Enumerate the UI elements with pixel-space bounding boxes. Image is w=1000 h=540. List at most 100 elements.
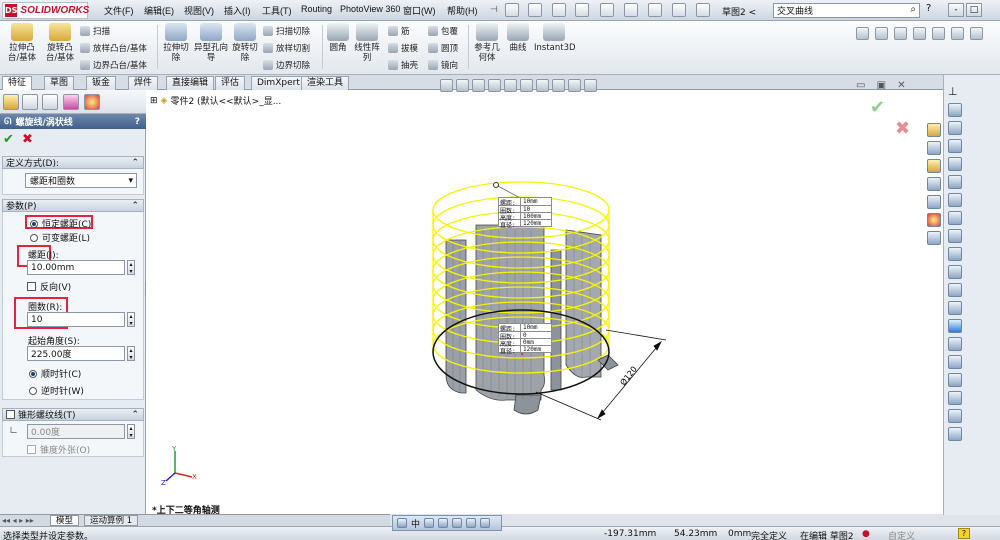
offset-icon[interactable] — [948, 283, 962, 297]
menu-file[interactable]: 文件(F) — [104, 4, 134, 17]
sweep-button[interactable]: 扫描 — [80, 25, 147, 37]
revolutions-stepper[interactable]: ▴ ▾ — [127, 312, 135, 327]
circle-icon[interactable] — [948, 157, 962, 171]
help-status-icon[interactable]: ? — [958, 528, 970, 539]
menu-tools[interactable]: 工具(T) — [262, 4, 292, 17]
instant3d-button[interactable]: Instant3D — [534, 23, 576, 71]
revolved-boss-button[interactable]: 旋转凸台/基体 — [42, 23, 78, 71]
definition-section-header[interactable]: 定义方式(D): ⌃ — [2, 156, 144, 169]
hide-show-icon[interactable] — [894, 27, 907, 40]
menu-photoview[interactable]: PhotoView 360 — [340, 4, 400, 14]
extruded-cut-button[interactable]: 拉伸切除 — [160, 23, 192, 71]
ok-button[interactable]: ✔ — [3, 132, 14, 147]
pattern-icon[interactable] — [948, 373, 962, 387]
view-orientation-icon[interactable] — [856, 27, 869, 40]
resources-icon[interactable] — [927, 141, 941, 155]
menu-insert[interactable]: 插入(I) — [224, 4, 251, 17]
rectangle-icon[interactable] — [948, 139, 962, 153]
spline-icon[interactable] — [948, 193, 962, 207]
pitch-input[interactable]: 10.00mm — [27, 260, 125, 275]
chamfer-sketch-icon[interactable] — [948, 265, 962, 279]
rotate-icon[interactable] — [424, 518, 435, 528]
cancel-button[interactable]: ✖ — [22, 132, 33, 147]
tab-features[interactable]: 特征 — [2, 76, 33, 90]
menu-routing[interactable]: Routing — [301, 4, 332, 14]
feature-manager-icon[interactable] — [3, 94, 19, 110]
rib-button[interactable]: 筋 — [388, 25, 418, 37]
trim-icon[interactable] — [948, 337, 962, 351]
units-status[interactable]: 自定义 — [888, 529, 915, 540]
help-button[interactable]: ? — [135, 117, 140, 127]
dimxpert-manager-icon[interactable] — [63, 94, 79, 110]
appearance-icon[interactable] — [932, 27, 945, 40]
property-manager-icon[interactable] — [22, 94, 38, 110]
display-icon[interactable] — [466, 518, 477, 528]
scene-icon[interactable] — [913, 27, 926, 40]
rapid-sketch-icon[interactable] — [948, 427, 962, 441]
polygon-icon[interactable] — [948, 229, 962, 243]
search-icon[interactable]: ⌕ — [910, 4, 916, 15]
relations-icon[interactable] — [948, 391, 962, 405]
design-library-icon[interactable] — [927, 159, 941, 173]
taper-angle-input[interactable]: 0.00度 — [27, 424, 125, 439]
open-icon[interactable] — [528, 3, 542, 17]
home-icon[interactable] — [927, 123, 941, 137]
configuration-manager-icon[interactable] — [42, 94, 58, 110]
taper-angle-stepper[interactable]: ▴ ▾ — [127, 424, 135, 439]
smart-dimension-icon[interactable] — [948, 103, 962, 117]
file-properties-icon[interactable] — [672, 3, 686, 17]
tab-model[interactable]: 模型 — [50, 515, 80, 526]
center-icon[interactable]: 中 — [411, 517, 420, 530]
convert-entities-icon[interactable] — [948, 301, 962, 315]
appearances-icon[interactable] — [927, 213, 941, 227]
help-icon[interactable]: ? — [926, 3, 931, 14]
lofted-cut-button[interactable]: 放样切割 — [263, 42, 310, 54]
print-icon[interactable] — [575, 3, 589, 17]
save-icon[interactable] — [552, 3, 566, 17]
rebuild-status-icon[interactable]: ● — [862, 529, 870, 539]
counterclockwise-radio[interactable]: 逆时针(W) — [29, 384, 84, 397]
tab-direct-editing[interactable]: 直接编辑 — [166, 76, 215, 90]
search-box[interactable]: 交叉曲线 ⌕ — [773, 3, 920, 18]
start-angle-input[interactable]: 225.00度 — [27, 346, 125, 361]
ellipse-icon[interactable] — [948, 211, 962, 225]
clockwise-radio[interactable]: 顺时针(C) — [29, 367, 81, 380]
definition-dropdown[interactable]: 螺距和圈数 ▾ — [25, 173, 137, 188]
tools-icon[interactable] — [480, 518, 491, 528]
pin-icon[interactable]: ⊣ — [490, 4, 498, 15]
maximize-button[interactable]: □ — [966, 3, 982, 17]
reverse-checkbox[interactable]: 反向(V) — [27, 280, 71, 293]
tab-dimxpert[interactable]: DimXpert — [251, 76, 306, 90]
rebuild-icon[interactable] — [648, 3, 662, 17]
swept-cut-button[interactable]: 扫描切除 — [263, 25, 310, 37]
linear-pattern-button[interactable]: 线性阵列 — [352, 23, 382, 71]
display-manager-icon[interactable] — [84, 94, 100, 110]
tab-motion-study[interactable]: 运动算例 1 — [84, 515, 139, 526]
solidworks-logo[interactable]: DS SOLIDWORKS — [2, 2, 89, 19]
loft-button[interactable]: 放样凸台/基体 — [80, 42, 147, 54]
pitch-stepper[interactable]: ▴ ▾ — [127, 260, 135, 275]
revolved-cut-button[interactable]: 旋转切除 — [229, 23, 261, 71]
custom-properties-icon[interactable] — [927, 231, 941, 245]
pin-icon[interactable]: ⊥ — [948, 85, 958, 98]
repair-sketch-icon[interactable] — [948, 409, 962, 423]
extruded-boss-button[interactable]: 拉伸凸台/基体 — [4, 23, 40, 71]
curves-button[interactable]: 曲线 — [506, 23, 530, 71]
tab-sketch[interactable]: 草图 — [44, 76, 75, 90]
line-icon[interactable] — [948, 121, 962, 135]
menu-edit[interactable]: 编辑(E) — [144, 4, 174, 17]
mirror-entities-icon[interactable] — [948, 355, 962, 369]
wrap-button[interactable]: 包覆 — [428, 25, 458, 37]
view-palette-icon[interactable] — [927, 195, 941, 209]
fillet-button[interactable]: 圆角 — [326, 23, 350, 71]
menu-window[interactable]: 窗口(W) — [403, 4, 436, 17]
variable-pitch-radio[interactable]: 可变螺距(L) — [30, 231, 90, 244]
tab-render-tools[interactable]: 渲染工具 — [301, 76, 350, 90]
boundary-boss-button[interactable]: 边界凸台/基体 — [80, 59, 147, 71]
tab-sheet-metal[interactable]: 钣金 — [86, 76, 117, 90]
fillet-sketch-icon[interactable] — [948, 247, 962, 261]
scroll-arrows-icon[interactable]: ◂◂ ◂ ▸ ▸▸ — [2, 516, 34, 525]
tab-evaluate[interactable]: 评估 — [215, 76, 246, 90]
revolutions-input[interactable]: 10 — [27, 312, 125, 327]
mirror-button[interactable]: 镜向 — [428, 59, 458, 71]
